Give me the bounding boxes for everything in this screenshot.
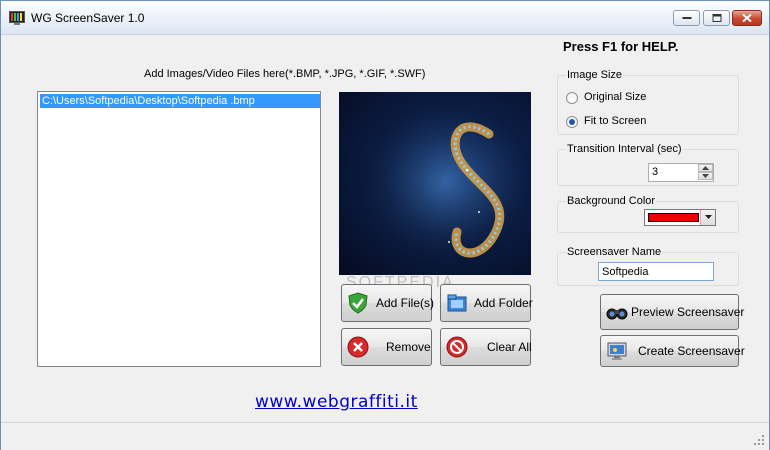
create-screensaver-label: Create Screensaver: [638, 344, 745, 358]
arrow-down-icon: [702, 174, 709, 178]
transition-interval-stepper[interactable]: 3: [648, 163, 714, 182]
add-files-button[interactable]: Add File(s): [341, 284, 435, 322]
background-color-group: Background Color: [557, 195, 739, 233]
no-entry-icon: [446, 336, 468, 358]
radio-original-size-circle[interactable]: [566, 92, 578, 104]
screensaver-name-group: Screensaver Name: [557, 246, 739, 286]
clear-all-button[interactable]: Clear All: [440, 328, 532, 366]
arrow-up-icon: [702, 166, 709, 170]
image-size-group: Image Size Original Size Fit to Screen: [557, 69, 739, 135]
image-preview: [339, 92, 531, 275]
minimize-button[interactable]: [673, 10, 700, 26]
file-list[interactable]: C:\Users\Softpedia\Desktop\Softpedia .bm…: [37, 91, 321, 367]
background-color-picker[interactable]: [644, 209, 716, 226]
dropdown-button[interactable]: [700, 210, 715, 225]
help-hint: Press F1 for HELP.: [563, 39, 679, 54]
title-bar[interactable]: WG ScreenSaver 1.0: [1, 1, 769, 35]
maximize-button[interactable]: [703, 10, 730, 26]
add-folder-button[interactable]: Add Folder: [440, 284, 533, 322]
preview-screensaver-label: Preview Screensaver: [631, 305, 745, 319]
preview-screensaver-button[interactable]: Preview Screensaver: [600, 294, 744, 330]
screensaver-name-input[interactable]: [598, 262, 714, 281]
radio-original-size-label: Original Size: [584, 91, 647, 103]
background-color-label: Background Color: [566, 195, 657, 207]
screensaver-name-label: Screensaver Name: [566, 246, 663, 258]
transition-label: Transition Interval (sec): [566, 143, 683, 155]
color-swatch: [648, 213, 699, 222]
folder-add-icon: [447, 294, 467, 312]
stepper-down-button[interactable]: [698, 172, 713, 180]
stepper-up-button[interactable]: [698, 164, 713, 172]
radio-fit-to-screen-label: Fit to Screen: [584, 115, 647, 127]
files-caption: Add Images/Video Files here(*.BMP, *.JPG…: [144, 68, 426, 80]
transition-group: Transition Interval (sec) 3: [557, 143, 739, 186]
website-link[interactable]: www.webgraffiti.it: [255, 392, 418, 412]
app-icon: [9, 11, 25, 25]
shield-check-icon: [348, 292, 368, 314]
resize-grip-icon[interactable]: [753, 434, 765, 446]
remove-button[interactable]: Remove: [341, 328, 432, 366]
image-size-label: Image Size: [566, 69, 624, 81]
radio-selected-dot: [569, 119, 575, 125]
status-bar: [1, 422, 769, 450]
app-window: WG ScreenSaver 1.0 Press F1 for HELP. Ad…: [0, 0, 770, 450]
binoculars-icon: [606, 308, 628, 320]
clear-all-label: Clear All: [487, 340, 532, 354]
window-title: WG ScreenSaver 1.0: [31, 11, 145, 25]
add-folder-label: Add Folder: [474, 296, 533, 310]
close-button[interactable]: [732, 10, 762, 26]
monitor-icon: [607, 342, 627, 360]
stepper-buttons: [698, 164, 713, 181]
preview-image: [339, 92, 531, 275]
maximize-icon: [712, 14, 721, 22]
close-icon: [742, 13, 752, 23]
remove-icon: [347, 336, 369, 358]
radio-fit-to-screen-circle[interactable]: [566, 116, 578, 128]
chevron-down-icon: [705, 215, 712, 219]
minimize-icon: [682, 17, 691, 19]
transition-interval-value: 3: [652, 166, 659, 178]
list-item[interactable]: C:\Users\Softpedia\Desktop\Softpedia .bm…: [40, 94, 320, 108]
add-files-label: Add File(s): [376, 296, 435, 310]
remove-label: Remove: [386, 340, 431, 354]
create-screensaver-button[interactable]: Create Screensaver: [600, 335, 745, 367]
